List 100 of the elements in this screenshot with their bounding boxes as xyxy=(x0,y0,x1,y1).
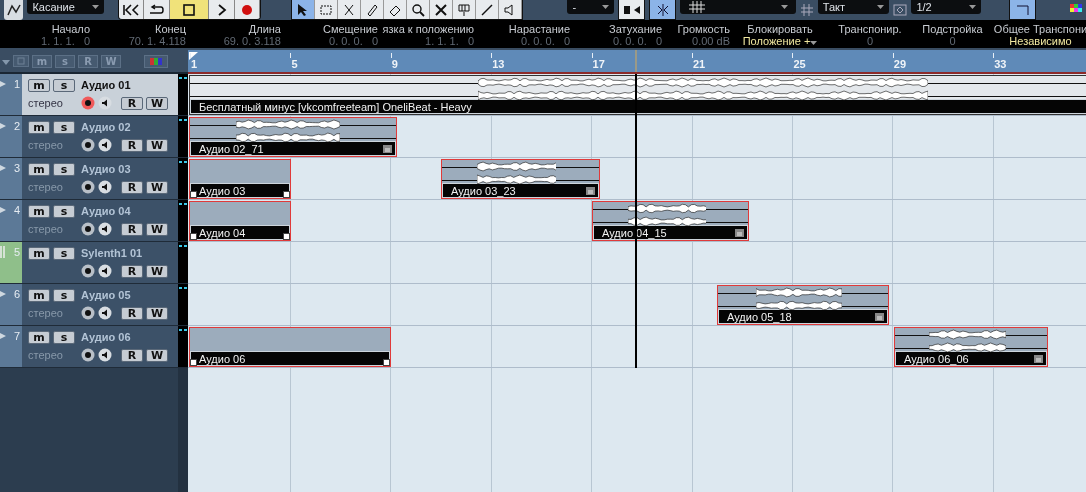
expand-icon[interactable] xyxy=(0,207,6,213)
track-header[interactable]: m s Аудио 03 стерео R W xyxy=(22,158,178,199)
info-value[interactable]: 1. 1. 1. 0 xyxy=(41,35,90,47)
track-name[interactable]: Аудио 04 xyxy=(81,205,131,217)
handle-icon[interactable] xyxy=(190,359,197,366)
info-value[interactable]: 0 xyxy=(866,35,874,47)
eraser-icon[interactable] xyxy=(384,0,408,19)
track-header[interactable]: m s Аудио 06 стерео R W xyxy=(22,326,178,367)
cycle-icon[interactable] xyxy=(144,0,170,19)
read-button[interactable]: R xyxy=(121,222,143,236)
info-value[interactable]: 0. 0. 0. 0 xyxy=(329,35,378,47)
track-header[interactable]: m s Аудио 05 стерео R W xyxy=(22,284,178,325)
info-dropdown[interactable]: Положение + xyxy=(742,35,818,47)
read-button[interactable]: R xyxy=(121,180,143,194)
monitor-icon[interactable] xyxy=(98,138,112,152)
record-enable-icon[interactable] xyxy=(81,96,95,110)
pointer-icon[interactable] xyxy=(292,0,316,19)
write-button[interactable]: W xyxy=(146,306,168,320)
solo-button[interactable]: s xyxy=(53,330,75,344)
info-value[interactable]: 0. 0. 0. 0 xyxy=(613,35,662,47)
track-header[interactable]: m s Аудио 02 стерео R W xyxy=(22,116,178,157)
record-enable-icon[interactable] xyxy=(81,264,95,278)
monitor-icon[interactable] xyxy=(98,264,112,278)
mute-button[interactable]: m xyxy=(28,204,50,218)
curve-icon[interactable] xyxy=(1009,0,1036,20)
handle-icon[interactable] xyxy=(190,191,197,198)
nudge-dropdown[interactable]: - xyxy=(567,0,615,14)
write-button[interactable]: W xyxy=(146,180,168,194)
audio-event[interactable]: Аудио 06_06 xyxy=(894,327,1048,367)
track-name[interactable]: Аудио 06 xyxy=(81,331,131,343)
track-name[interactable]: Sylenth1 01 xyxy=(81,247,143,259)
record-enable-icon[interactable] xyxy=(81,348,95,362)
arrange-area[interactable]: Бесплатный минус [vkcomfreeteam] OneliBeat - Heavy Аудио 02_71 Аудио 03 Аудио 03_23 Аудио 04 Аудио 04_15 Аудио 05_18 Аудио 06 Аудио 06_06 xyxy=(188,74,1086,492)
monitor-icon[interactable] xyxy=(98,96,112,110)
go-to-start-icon[interactable] xyxy=(118,0,145,19)
audio-event[interactable]: Аудио 03_23 xyxy=(441,159,600,199)
info-value[interactable]: 0.00 dB xyxy=(692,35,730,47)
read-button[interactable]: R xyxy=(121,96,143,110)
audio-event[interactable]: Аудио 05_18 xyxy=(717,285,889,325)
color-bars-icon[interactable] xyxy=(144,54,168,68)
write-button[interactable]: W xyxy=(146,264,168,278)
audio-event[interactable]: Бесплатный минус [vkcomfreeteam] OneliBeat - Heavy xyxy=(189,75,1086,115)
record-enable-icon[interactable] xyxy=(81,222,95,236)
read-button[interactable]: R xyxy=(121,348,143,362)
track-header[interactable]: m s Аудио 04 стерео R W xyxy=(22,200,178,241)
read-button[interactable]: R xyxy=(121,306,143,320)
snap-type-dropdown[interactable]: Такт xyxy=(817,0,890,14)
snap-to-zero-icon[interactable] xyxy=(649,0,676,20)
handle-icon[interactable] xyxy=(383,359,390,366)
mute-icon[interactable] xyxy=(430,0,454,19)
solo-button[interactable]: s xyxy=(53,246,75,260)
audio-event[interactable]: Аудио 03 xyxy=(189,159,291,199)
audio-event[interactable]: Аудио 04 xyxy=(189,201,291,241)
info-value[interactable]: 0. 0. 0. 0 xyxy=(521,35,570,47)
track-header[interactable]: m s Sylenth1 01 R W xyxy=(22,242,178,283)
track-name[interactable]: Аудио 05 xyxy=(81,289,131,301)
automation-icon[interactable] xyxy=(4,0,24,20)
info-value[interactable]: 0 xyxy=(949,35,956,47)
track-name[interactable]: Аудио 03 xyxy=(81,163,131,175)
mute-button[interactable]: m xyxy=(28,78,50,92)
solo-button[interactable]: s xyxy=(53,78,75,92)
track-header[interactable]: m s Аудио 01 стерео R W xyxy=(22,74,178,115)
quantize-dropdown[interactable]: 1/2 xyxy=(911,0,982,14)
solo-button[interactable]: s xyxy=(53,288,75,302)
monitor-icon[interactable] xyxy=(98,348,112,362)
record-enable-icon[interactable] xyxy=(81,306,95,320)
stop-icon[interactable] xyxy=(169,0,210,19)
grid-dropdown[interactable] xyxy=(679,0,796,14)
mute-button[interactable]: m xyxy=(28,330,50,344)
speaker-icon[interactable] xyxy=(499,0,523,19)
play-icon[interactable] xyxy=(209,0,235,19)
track-name[interactable]: Аудио 02 xyxy=(81,121,131,133)
automation-mode-dropdown[interactable]: Касание xyxy=(27,0,104,14)
mute-button[interactable]: m xyxy=(28,120,50,134)
record-enable-icon[interactable] xyxy=(81,180,95,194)
audio-event[interactable]: Аудио 04_15 xyxy=(592,201,749,241)
info-value[interactable]: Независимо xyxy=(1009,35,1072,47)
mute-button[interactable]: m xyxy=(28,246,50,260)
info-value[interactable]: 1. 1. 1. 0 xyxy=(425,35,474,47)
record-enable-icon[interactable] xyxy=(81,138,95,152)
mute-button[interactable]: m xyxy=(28,288,50,302)
snap-icon[interactable] xyxy=(618,0,646,20)
record-icon[interactable] xyxy=(234,0,261,19)
monitor-icon[interactable] xyxy=(98,180,112,194)
audio-event[interactable]: Аудио 02_71 xyxy=(189,117,397,157)
handle-icon[interactable] xyxy=(283,191,290,198)
write-button[interactable]: W xyxy=(146,138,168,152)
expand-icon[interactable] xyxy=(0,165,6,171)
zoom-icon[interactable] xyxy=(407,0,431,19)
split-icon[interactable] xyxy=(338,0,362,19)
solo-button[interactable]: s xyxy=(53,120,75,134)
info-value[interactable]: 69. 0. 3.118 xyxy=(223,35,281,47)
monitor-icon[interactable] xyxy=(98,306,112,320)
pencil-icon[interactable] xyxy=(361,0,385,19)
audio-event[interactable]: Аудио 06 xyxy=(189,327,391,367)
write-button[interactable]: W xyxy=(146,96,168,110)
track-name[interactable]: Аудио 01 xyxy=(81,79,131,91)
write-button[interactable]: W xyxy=(146,348,168,362)
read-button[interactable]: R xyxy=(121,138,143,152)
expand-icon[interactable] xyxy=(0,81,6,87)
